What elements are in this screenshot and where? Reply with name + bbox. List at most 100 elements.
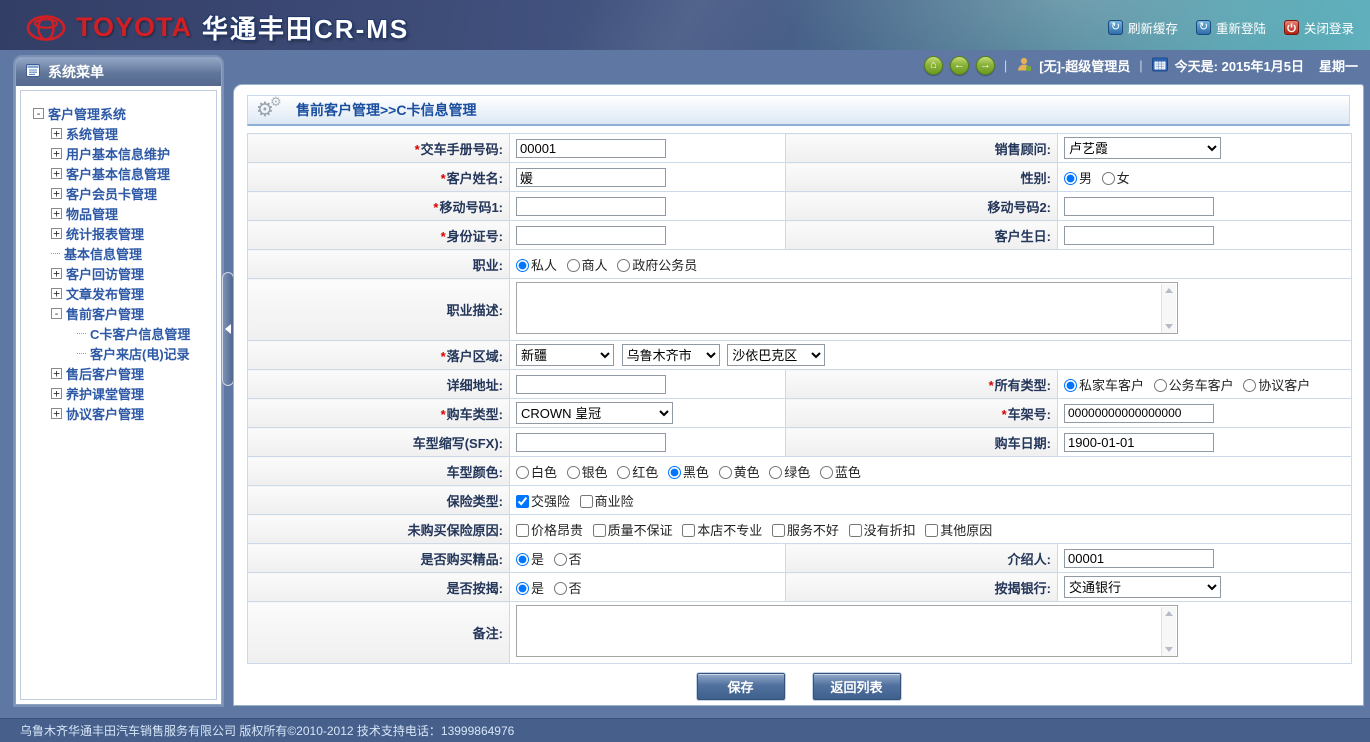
collapse-icon[interactable]: - [51, 308, 62, 319]
expand-icon[interactable]: + [51, 388, 62, 399]
occupation-option[interactable]: 私人 [516, 258, 557, 273]
sidebar-item[interactable]: +养护课堂管理 [21, 383, 216, 403]
sidebar-item[interactable]: C卡客户信息管理 [21, 323, 216, 343]
textarea-scrollbar[interactable] [1161, 607, 1176, 656]
sidebar-item[interactable]: 基本信息管理 [21, 243, 216, 263]
color-radio[interactable] [719, 466, 732, 479]
occupation-option[interactable]: 政府公务员 [617, 258, 697, 273]
sidebar-item[interactable]: +用户基本信息维护 [21, 143, 216, 163]
color-radio[interactable] [668, 466, 681, 479]
home-button[interactable]: ⌂ [924, 56, 943, 75]
owner-type-radio[interactable] [1064, 379, 1077, 392]
gender-option-female[interactable]: 女 [1102, 171, 1130, 186]
sidebar-item[interactable]: +售后客户管理 [21, 363, 216, 383]
reason-checkbox[interactable] [682, 524, 695, 537]
color-option[interactable]: 银色 [567, 465, 608, 480]
birthday-input[interactable] [1064, 226, 1214, 245]
expand-icon[interactable]: + [51, 408, 62, 419]
save-button[interactable]: 保存 [697, 673, 785, 700]
boutique-radio[interactable] [554, 553, 567, 566]
boutique-option[interactable]: 是 [516, 552, 544, 567]
expand-icon[interactable]: + [51, 168, 62, 179]
textarea-scrollbar[interactable] [1161, 284, 1176, 333]
occupation-radio[interactable] [617, 259, 630, 272]
sidebar-item[interactable]: +文章发布管理 [21, 283, 216, 303]
color-option[interactable]: 黑色 [668, 465, 709, 480]
owner-type-option[interactable]: 协议客户 [1243, 378, 1310, 393]
mobile2-input[interactable] [1064, 197, 1214, 216]
sidebar-item[interactable]: +客户基本信息管理 [21, 163, 216, 183]
introducer-input[interactable] [1064, 549, 1214, 568]
expand-icon[interactable]: + [51, 288, 62, 299]
owner-type-radio[interactable] [1243, 379, 1256, 392]
vin-input[interactable] [1064, 404, 1214, 423]
refresh-cache-link[interactable]: ↻ 刷新缓存 [1108, 18, 1178, 37]
color-radio[interactable] [617, 466, 630, 479]
reason-option[interactable]: 本店不专业 [682, 523, 762, 538]
sidebar-item[interactable]: 客户来店(电)记录 [21, 343, 216, 363]
expand-icon[interactable]: + [51, 188, 62, 199]
sfx-input[interactable] [516, 433, 666, 452]
reason-checkbox[interactable] [772, 524, 785, 537]
id-number-input[interactable] [516, 226, 666, 245]
expand-icon[interactable]: + [51, 208, 62, 219]
insurance-option[interactable]: 商业险 [580, 494, 634, 509]
manual-no-input[interactable] [516, 139, 666, 158]
color-option[interactable]: 白色 [516, 465, 557, 480]
color-radio[interactable] [769, 466, 782, 479]
color-radio[interactable] [516, 466, 529, 479]
reason-checkbox[interactable] [925, 524, 938, 537]
gender-radio[interactable] [1102, 172, 1115, 185]
sidebar-item[interactable]: +客户回访管理 [21, 263, 216, 283]
insurance-checkbox[interactable] [580, 495, 593, 508]
reason-option[interactable]: 质量不保证 [593, 523, 673, 538]
remark-textarea[interactable] [516, 605, 1178, 657]
mortgage-radio[interactable] [554, 582, 567, 595]
reason-checkbox[interactable] [593, 524, 606, 537]
car-type-select[interactable]: CROWN 皇冠 [516, 402, 673, 424]
address-input[interactable] [516, 375, 666, 394]
sidebar-item[interactable]: +系统管理 [21, 123, 216, 143]
boutique-radio[interactable] [516, 553, 529, 566]
reason-checkbox[interactable] [849, 524, 862, 537]
color-option[interactable]: 绿色 [769, 465, 810, 480]
expand-icon[interactable]: + [51, 128, 62, 139]
mobile1-input[interactable] [516, 197, 666, 216]
expand-icon[interactable]: + [51, 268, 62, 279]
expand-icon[interactable]: + [51, 368, 62, 379]
district-select[interactable]: 沙依巴克区 [727, 344, 825, 366]
color-option[interactable]: 红色 [617, 465, 658, 480]
occupation-desc-textarea[interactable] [516, 282, 1178, 334]
sidebar-item[interactable]: -售前客户管理 [21, 303, 216, 323]
gender-option-male[interactable]: 男 [1064, 171, 1092, 186]
owner-type-option[interactable]: 公务车客户 [1154, 378, 1234, 393]
reason-checkbox[interactable] [516, 524, 529, 537]
color-radio[interactable] [567, 466, 580, 479]
occupation-radio[interactable] [516, 259, 529, 272]
reason-option[interactable]: 其他原因 [925, 523, 992, 538]
city-select[interactable]: 乌鲁木齐市 [622, 344, 720, 366]
forward-button[interactable]: → [976, 56, 995, 75]
gender-radio[interactable] [1064, 172, 1077, 185]
customer-name-input[interactable] [516, 168, 666, 187]
expand-icon[interactable]: + [51, 228, 62, 239]
logout-link[interactable]: 关闭登录 [1284, 18, 1354, 37]
back-to-list-button[interactable]: 返回列表 [813, 673, 901, 700]
mortgage-option[interactable]: 是 [516, 581, 544, 596]
insurance-checkbox[interactable] [516, 495, 529, 508]
mortgage-option[interactable]: 否 [554, 581, 582, 596]
mortgage-bank-select[interactable]: 交通银行 [1064, 576, 1221, 598]
sidebar-item[interactable]: +统计报表管理 [21, 223, 216, 243]
sidebar-item[interactable]: -客户管理系统 [21, 103, 216, 123]
reason-option[interactable]: 没有折扣 [849, 523, 916, 538]
province-select[interactable]: 新疆 [516, 344, 614, 366]
relogin-link[interactable]: ↻ 重新登陆 [1196, 18, 1266, 37]
back-button[interactable]: ← [950, 56, 969, 75]
boutique-option[interactable]: 否 [554, 552, 582, 567]
reason-option[interactable]: 价格昂贵 [516, 523, 583, 538]
collapse-icon[interactable]: - [33, 108, 44, 119]
occupation-radio[interactable] [567, 259, 580, 272]
sidebar-item[interactable]: +协议客户管理 [21, 403, 216, 423]
color-option[interactable]: 黄色 [719, 465, 760, 480]
mortgage-radio[interactable] [516, 582, 529, 595]
